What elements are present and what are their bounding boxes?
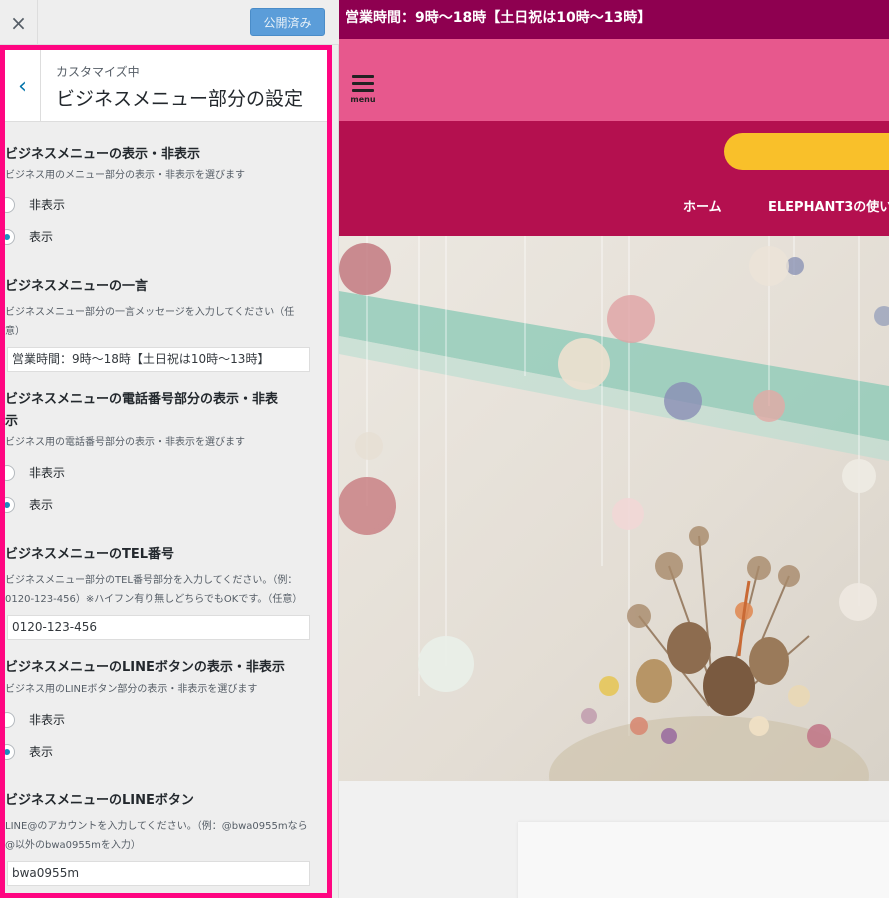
hero-photo-illustration bbox=[339, 236, 889, 781]
hamburger-label: menu bbox=[350, 95, 376, 104]
site-nav: ホーム ELEPHANT3の使い bbox=[339, 121, 889, 236]
control-desc-menu-visibility: ビジネス用のメニュー部分の表示・非表示を選びます bbox=[5, 170, 245, 181]
hamburger-line bbox=[352, 75, 374, 78]
customizer-sidebar: × 公開済み ‹ カスタマイズ中 ビジネスメニュー部分の設定 ビジネスメニューの… bbox=[0, 0, 339, 898]
radio-label: 表示 bbox=[29, 745, 54, 759]
customizer-topbar: × 公開済み bbox=[0, 0, 339, 45]
control-title-phone-visibility-1: ビジネスメニューの電話番号部分の表示・非表 bbox=[5, 392, 279, 407]
panel-header: ‹ カスタマイズ中 ビジネスメニュー部分の設定 bbox=[5, 50, 327, 122]
control-desc-line-visibility: ビジネス用のLINEボタン部分の表示・非表示を選びます bbox=[5, 684, 258, 695]
radio-label: 非表示 bbox=[29, 466, 66, 480]
line-button[interactable] bbox=[724, 133, 889, 170]
radio-circle-checked[interactable] bbox=[5, 743, 15, 760]
tel-input[interactable]: 0120-123-456 bbox=[7, 615, 310, 640]
radio-phone-show[interactable]: 表示 bbox=[5, 496, 53, 513]
hamburger-line bbox=[352, 89, 374, 92]
nav-item-elephant3[interactable]: ELEPHANT3の使い bbox=[768, 196, 889, 215]
control-desc-message-2: 意） bbox=[5, 326, 25, 337]
panel-title: ビジネスメニュー部分の設定 bbox=[56, 88, 304, 110]
control-title-phone-visibility-2: 示 bbox=[5, 414, 19, 429]
radio-circle[interactable] bbox=[5, 196, 15, 213]
radio-circle[interactable] bbox=[5, 711, 15, 728]
radio-circle-checked[interactable] bbox=[5, 496, 15, 513]
breadcrumb: カスタマイズ中 bbox=[56, 65, 140, 79]
radio-menu-hide[interactable]: 非表示 bbox=[5, 196, 65, 213]
radio-menu-show[interactable]: 表示 bbox=[5, 228, 53, 245]
radio-circle-checked[interactable] bbox=[5, 228, 15, 245]
message-input[interactable]: 営業時間：9時〜18時【土日祝は10時〜13時】 bbox=[7, 347, 310, 372]
control-desc-phone-visibility: ビジネス用の電話番号部分の表示・非表示を選びます bbox=[5, 437, 245, 448]
control-desc-line-account-2: @以外のbwa0955mを入力） bbox=[5, 840, 141, 851]
business-bar: 営業時間：9時〜18時【土日祝は10時〜13時】 bbox=[339, 0, 889, 39]
control-title-message: ビジネスメニューの一言 bbox=[5, 279, 149, 294]
control-title-line-account: ビジネスメニューのLINEボタン bbox=[5, 793, 194, 808]
radio-label: 表示 bbox=[29, 498, 54, 512]
radio-line-show[interactable]: 表示 bbox=[5, 743, 53, 760]
radio-line-hide[interactable]: 非表示 bbox=[5, 711, 65, 728]
nav-item-home[interactable]: ホーム bbox=[683, 196, 722, 215]
control-title-line-visibility: ビジネスメニューのLINEボタンの表示・非表示 bbox=[5, 660, 285, 675]
radio-label: 非表示 bbox=[29, 198, 66, 212]
close-icon[interactable]: × bbox=[0, 0, 38, 45]
control-title-tel: ビジネスメニューのTEL番号 bbox=[5, 547, 175, 562]
hamburger-menu-icon[interactable]: menu bbox=[350, 75, 376, 104]
hero-image bbox=[339, 236, 889, 781]
radio-phone-hide[interactable]: 非表示 bbox=[5, 464, 65, 481]
publish-button[interactable]: 公開済み bbox=[250, 8, 325, 36]
section-panel: ‹ カスタマイズ中 ビジネスメニュー部分の設定 ビジネスメニューの表示・非表示 … bbox=[0, 45, 332, 898]
hamburger-line bbox=[352, 82, 374, 85]
content-card bbox=[518, 822, 889, 898]
radio-circle[interactable] bbox=[5, 464, 15, 481]
control-desc-tel-1: ビジネスメニュー部分のTEL番号部分を入力してください。（例： bbox=[5, 575, 298, 586]
site-preview: 営業時間：9時〜18時【土日祝は10時〜13時】 menu ホーム ELEPHA… bbox=[339, 0, 889, 898]
back-arrow-icon[interactable]: ‹ bbox=[5, 50, 41, 122]
line-account-input[interactable]: bwa0955m bbox=[7, 861, 310, 886]
control-desc-message-1: ビジネスメニュー部分の一言メッセージを入力してください（任 bbox=[5, 307, 295, 318]
site-header: menu bbox=[339, 39, 889, 121]
radio-label: 表示 bbox=[29, 230, 54, 244]
radio-label: 非表示 bbox=[29, 713, 66, 727]
control-title-menu-visibility: ビジネスメニューの表示・非表示 bbox=[5, 147, 201, 162]
control-desc-line-account-1: LINE@のアカウントを入力してください。（例：@bwa0955mなら bbox=[5, 821, 308, 832]
control-desc-tel-2: 0120-123-456）※ハイフン有り無しどちらでもOKです。（任意） bbox=[5, 594, 303, 605]
